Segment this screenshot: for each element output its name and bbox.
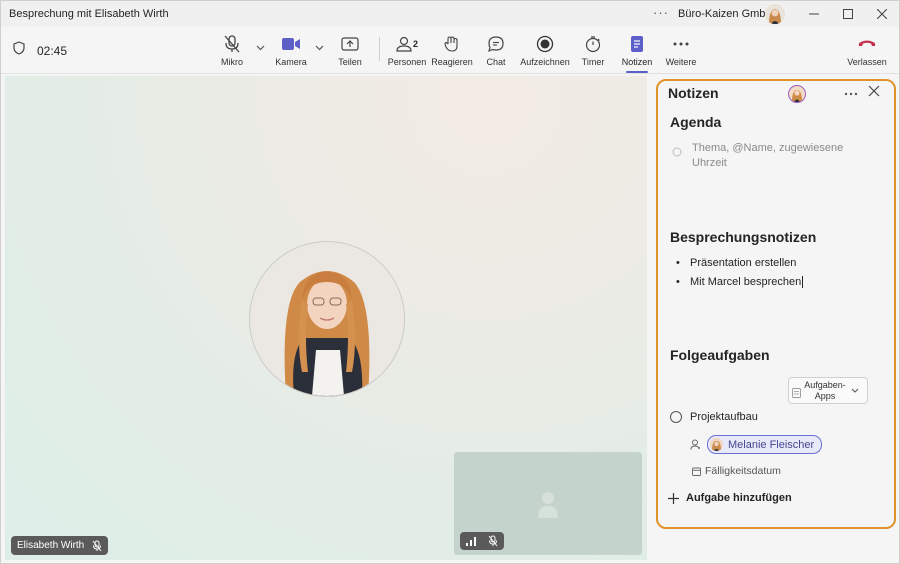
meeting-window: Besprechung mit Elisabeth Wirth ··· Büro… bbox=[0, 0, 900, 564]
meeting-note-item[interactable]: • Präsentation erstellen bbox=[676, 257, 796, 269]
shield-icon bbox=[13, 41, 25, 60]
agenda-placeholder-text[interactable]: Thema, @Name, zugewiesene Uhrzeit bbox=[692, 141, 872, 171]
plus-icon bbox=[668, 492, 679, 504]
leave-button[interactable]: Verlassen bbox=[844, 33, 890, 67]
react-icon bbox=[443, 33, 461, 55]
mic-label: Mikro bbox=[221, 57, 243, 67]
task-complete-checkbox[interactable] bbox=[670, 411, 682, 423]
title-bar: Besprechung mit Elisabeth Wirth ··· Büro… bbox=[1, 1, 899, 27]
timer-button[interactable]: Timer bbox=[570, 33, 616, 67]
notes-button[interactable]: Notizen bbox=[614, 33, 660, 73]
text-cursor bbox=[802, 276, 804, 288]
camera-icon bbox=[281, 33, 301, 55]
leave-label: Verlassen bbox=[847, 57, 887, 67]
collaborator-avatar[interactable] bbox=[788, 85, 806, 103]
self-view-tile[interactable] bbox=[454, 452, 642, 555]
task-apps-chevron-icon bbox=[851, 388, 859, 393]
assignee-person-icon bbox=[690, 439, 701, 450]
participant-name: Elisabeth Wirth bbox=[17, 540, 85, 551]
minimize-icon[interactable] bbox=[799, 4, 829, 24]
due-date-label[interactable]: Fälligkeitsdatum bbox=[705, 465, 781, 477]
close-notes-icon[interactable] bbox=[868, 84, 880, 101]
agenda-heading: Agenda bbox=[670, 114, 722, 130]
record-label: Aufzeichnen bbox=[520, 57, 570, 67]
notes-panel-title: Notizen bbox=[668, 85, 719, 101]
notes-icon bbox=[629, 33, 645, 55]
meeting-timer: 02:45 bbox=[13, 41, 67, 60]
bullet-dot: • bbox=[676, 257, 680, 269]
elapsed-time: 02:45 bbox=[37, 43, 68, 58]
timer-label: Timer bbox=[581, 57, 605, 67]
user-avatar[interactable] bbox=[765, 4, 785, 24]
assignee-avatar bbox=[710, 438, 723, 451]
add-task-button[interactable]: Aufgabe hinzufügen bbox=[668, 492, 792, 504]
notes-panel: Notizen Agenda Thema, @Name, zugewiesene… bbox=[656, 79, 896, 529]
calendar-icon bbox=[692, 467, 701, 476]
record-button[interactable]: Aufzeichnen bbox=[520, 33, 570, 67]
task-assignee-row[interactable]: Melanie Fleischer bbox=[690, 435, 823, 454]
video-stage: Elisabeth Wirth bbox=[5, 76, 647, 560]
hang-up-icon bbox=[857, 33, 877, 55]
notes-label: Notizen bbox=[621, 57, 653, 67]
meeting-note-text[interactable]: Präsentation erstellen bbox=[690, 257, 796, 269]
agenda-placeholder-item[interactable]: Thema, @Name, zugewiesene Uhrzeit bbox=[672, 141, 872, 171]
self-view-status bbox=[460, 532, 504, 550]
chat-button[interactable]: Chat bbox=[473, 33, 519, 67]
self-avatar-placeholder-icon bbox=[536, 490, 560, 523]
people-label: Personen bbox=[387, 57, 427, 67]
task-apps-label: Aufgaben-Apps bbox=[804, 379, 846, 401]
task-apps-icon bbox=[792, 385, 801, 403]
window-title: Besprechung mit Elisabeth Wirth bbox=[9, 8, 169, 20]
title-more-icon[interactable]: ··· bbox=[653, 5, 669, 20]
task-item[interactable]: Projektaufbau bbox=[670, 411, 758, 423]
share-button[interactable]: Teilen bbox=[327, 33, 373, 67]
share-icon bbox=[341, 33, 359, 55]
camera-options-chevron-icon[interactable] bbox=[315, 43, 324, 54]
agenda-radio-icon[interactable] bbox=[672, 144, 682, 171]
react-label: Reagieren bbox=[431, 57, 473, 67]
assignee-chip[interactable]: Melanie Fleischer bbox=[707, 435, 823, 454]
share-label: Teilen bbox=[338, 57, 362, 67]
chat-icon bbox=[487, 33, 505, 55]
more-button[interactable]: Weitere bbox=[658, 33, 704, 67]
organization-name[interactable]: Büro-Kaizen GmbH bbox=[678, 8, 773, 20]
record-icon bbox=[536, 33, 554, 55]
close-window-icon[interactable] bbox=[867, 4, 897, 24]
mic-off-icon bbox=[223, 33, 241, 55]
task-apps-button[interactable]: Aufgaben-Apps bbox=[788, 377, 868, 404]
task-title[interactable]: Projektaufbau bbox=[690, 411, 758, 423]
toolbar-divider bbox=[379, 37, 380, 61]
participant-name-tag: Elisabeth Wirth bbox=[11, 536, 109, 555]
meeting-notes-heading: Besprechungsnotizen bbox=[670, 229, 817, 245]
self-muted-mic-icon[interactable] bbox=[488, 535, 498, 547]
camera-label: Kamera bbox=[275, 57, 307, 67]
meeting-note-text[interactable]: Mit Marcel besprechen bbox=[690, 276, 801, 288]
signal-bars-icon[interactable] bbox=[466, 536, 476, 546]
chat-label: Chat bbox=[486, 57, 506, 67]
mic-button[interactable]: Mikro bbox=[209, 33, 255, 67]
stopwatch-icon bbox=[584, 33, 602, 55]
react-button[interactable]: Reagieren bbox=[429, 33, 475, 67]
mic-options-chevron-icon[interactable] bbox=[256, 43, 265, 54]
followup-heading: Folgeaufgaben bbox=[670, 347, 770, 363]
notes-more-options-icon[interactable] bbox=[844, 84, 858, 99]
meeting-toolbar: 02:45 Mikro Kamera Teilen 2 Personen Rea… bbox=[1, 27, 899, 74]
more-label: Weitere bbox=[665, 57, 697, 67]
add-task-label: Aufgabe hinzufügen bbox=[686, 492, 792, 504]
muted-mic-icon bbox=[92, 540, 102, 552]
people-icon: 2 bbox=[396, 33, 418, 55]
camera-button[interactable]: Kamera bbox=[268, 33, 314, 67]
people-count: 2 bbox=[412, 39, 418, 49]
meeting-note-item[interactable]: • Mit Marcel besprechen bbox=[676, 276, 804, 288]
due-date-row[interactable]: Fälligkeitsdatum bbox=[692, 465, 781, 477]
people-button[interactable]: 2 Personen bbox=[384, 33, 430, 67]
maximize-icon[interactable] bbox=[833, 4, 863, 24]
bullet-dot: • bbox=[676, 276, 680, 288]
participant-portrait bbox=[249, 241, 405, 397]
more-dots-icon bbox=[672, 33, 690, 55]
assignee-name: Melanie Fleischer bbox=[728, 438, 815, 451]
